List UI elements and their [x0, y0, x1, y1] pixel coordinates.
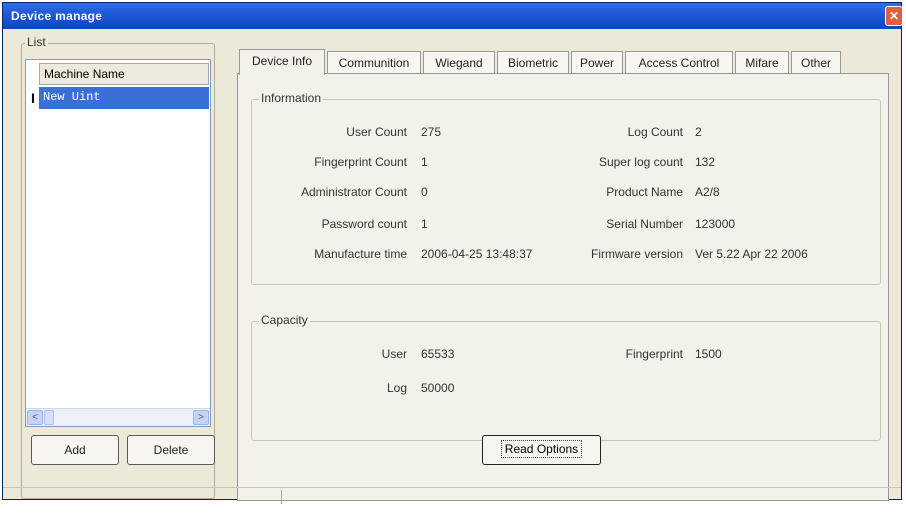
- tab-device-info[interactable]: Device Info: [239, 49, 325, 75]
- manufacture-time-value: 2006-04-25 13:48:37: [421, 247, 533, 261]
- scroll-left-button[interactable]: <: [27, 410, 43, 425]
- capacity-group: [251, 321, 881, 441]
- capacity-log-label: Log: [386, 381, 407, 395]
- read-options-label: Read Options: [500, 440, 583, 458]
- log-count-label: Log Count: [627, 125, 683, 139]
- title-bar[interactable]: Device manage ✕: [3, 3, 903, 29]
- client-area: List Machine Name I New Uint < > Add Del…: [3, 29, 901, 501]
- administrator-count-label: Administrator Count: [300, 185, 407, 199]
- product-name-value: A2/8: [695, 185, 720, 199]
- administrator-count-value: 0: [421, 185, 428, 199]
- add-button[interactable]: Add: [31, 435, 119, 465]
- text-cursor-icon: I: [31, 90, 35, 106]
- status-bar: [3, 487, 901, 504]
- machine-list[interactable]: Machine Name I New Uint < >: [25, 59, 211, 427]
- window-title: Device manage: [11, 9, 103, 23]
- tab-power[interactable]: Power: [571, 51, 623, 73]
- firmware-version-label: Firmware version: [590, 247, 683, 261]
- chevron-left-icon: <: [32, 412, 38, 423]
- serial-number-value: 123000: [695, 217, 736, 231]
- tab-wiegand[interactable]: Wiegand: [423, 51, 495, 73]
- capacity-user-label: User: [381, 347, 407, 361]
- read-options-button[interactable]: Read Options: [482, 435, 601, 465]
- fingerprint-count-value: 1: [421, 155, 428, 169]
- log-count-value: 2: [695, 125, 702, 139]
- scroll-thumb[interactable]: [44, 410, 54, 425]
- capacity-user-value: 65533: [421, 347, 455, 361]
- device-manage-window: Device manage ✕ List Machine Name I New …: [2, 2, 903, 504]
- column-header-machine-name[interactable]: Machine Name: [39, 63, 209, 85]
- list-item-label[interactable]: New Uint: [39, 87, 209, 109]
- capacity-legend: Capacity: [259, 313, 310, 327]
- delete-button[interactable]: Delete: [127, 435, 215, 465]
- information-legend: Information: [259, 91, 324, 105]
- capacity-log-value: 50000: [421, 381, 455, 395]
- password-count-value: 1: [421, 217, 428, 231]
- list-item[interactable]: I New Uint: [28, 87, 209, 109]
- horizontal-scrollbar[interactable]: < >: [26, 408, 210, 426]
- super-log-count-value: 132: [695, 155, 716, 169]
- close-button[interactable]: ✕: [885, 6, 903, 26]
- super-log-count-label: Super log count: [598, 155, 683, 169]
- manufacture-time-label: Manufacture time: [314, 247, 407, 261]
- firmware-version-value: Ver 5.22 Apr 22 2006: [695, 247, 808, 261]
- product-name-label: Product Name: [606, 185, 683, 199]
- chevron-right-icon: >: [198, 412, 204, 423]
- tab-communition[interactable]: Communition: [327, 51, 421, 73]
- user-count-label: User Count: [346, 125, 407, 139]
- capacity-fingerprint-label: Fingerprint: [625, 347, 683, 361]
- close-icon: ✕: [888, 9, 900, 23]
- tab-access-control[interactable]: Access Control: [625, 51, 733, 73]
- tab-other[interactable]: Other: [791, 51, 841, 73]
- serial-number-label: Serial Number: [606, 217, 683, 231]
- user-count-value: 275: [421, 125, 442, 139]
- scroll-right-button[interactable]: >: [193, 410, 209, 425]
- tab-biometric[interactable]: Biometric: [497, 51, 569, 73]
- status-divider: [281, 490, 282, 504]
- capacity-fingerprint-value: 1500: [695, 347, 722, 361]
- tab-mifare[interactable]: Mifare: [735, 51, 789, 73]
- fingerprint-count-label: Fingerprint Count: [314, 155, 407, 169]
- list-legend: List: [25, 35, 48, 49]
- password-count-label: Password count: [321, 217, 407, 231]
